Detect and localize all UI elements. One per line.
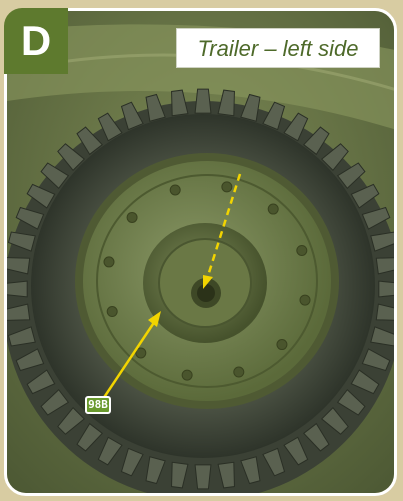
rim-bolt	[126, 211, 138, 223]
rim-bolt	[299, 294, 311, 306]
caption-text: Trailer – left side	[197, 36, 359, 61]
rim-bolt	[169, 184, 181, 196]
rim-bolt	[267, 203, 279, 215]
rim-bolt	[221, 181, 233, 193]
tread-block	[194, 88, 212, 114]
rim-bolt	[296, 244, 308, 256]
tread-block	[378, 280, 394, 298]
caption-box: Trailer – left side	[176, 28, 380, 68]
tread-block	[7, 280, 28, 298]
instruction-panel: D Trailer – left side 98B	[0, 0, 403, 501]
rim-bolt	[103, 256, 115, 268]
wheel-photo	[4, 8, 397, 496]
rim-bolt	[233, 366, 245, 378]
section-badge: D	[4, 8, 68, 74]
wheel-illustration	[7, 11, 394, 493]
tread-block	[194, 464, 212, 490]
part-callout-98b: 98B	[85, 396, 111, 414]
rim-bolt	[181, 369, 193, 381]
rim-bolt	[106, 306, 118, 318]
rim-bolt	[276, 339, 288, 351]
